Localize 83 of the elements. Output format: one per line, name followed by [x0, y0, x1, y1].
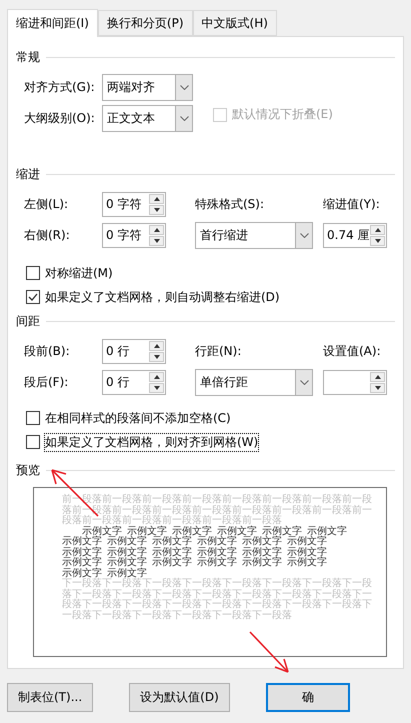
checkbox[interactable]: [26, 411, 40, 425]
field-label: 段前(B):: [24, 343, 71, 360]
field-label: 右侧(R):: [24, 227, 71, 244]
section-title: 间距: [16, 313, 40, 330]
preview-word: 示例文字: [107, 548, 147, 558]
spin-field[interactable]: [323, 370, 387, 395]
preview-word: 示例文字: [62, 558, 102, 568]
preview-word: 示例文字: [127, 526, 167, 536]
chevron-down-icon: [180, 85, 188, 90]
spin-field[interactable]: 0 字符: [102, 192, 166, 217]
field-label: 左侧(L):: [24, 196, 70, 213]
preview-word: 示例文字: [107, 537, 147, 547]
preview-word: 示例文字: [287, 537, 327, 547]
preview-word: 示例文字: [197, 548, 237, 558]
field-label: 特殊格式(S):: [195, 196, 266, 213]
spin-field[interactable]: 0.74 厘: [323, 223, 387, 248]
down-arrow-icon[interactable]: [154, 355, 160, 359]
field-label: 行距(N):: [195, 343, 242, 360]
tab[interactable]: 中文版式(H): [192, 10, 277, 36]
spin-field[interactable]: 0 行: [102, 339, 166, 364]
preview-word: 示例文字: [107, 558, 147, 568]
spin-field[interactable]: 0 字符: [102, 223, 166, 248]
dropdown[interactable]: 两端对齐: [102, 74, 193, 101]
tab[interactable]: 换行和分页(P): [98, 10, 193, 36]
checkbox[interactable]: [26, 266, 40, 280]
preview-word: 示例文字: [62, 568, 102, 578]
preview-word: 示例文字: [242, 548, 282, 558]
preview-text: 下一段落下一段落下一段落下一段落下一段落下一段落下一段落下一段落下一段落下一段落下一段落下一段落下一段落下一段落下一段落下一段落下一段落下一段落下一段落下一段落下一段落下一段落下一段落下一段落下一段落下一段落下一段落下一段落下一段落: [62, 579, 373, 621]
preview-word: 示例文字: [152, 558, 192, 568]
preview-word: 示例文字: [82, 526, 122, 536]
checkbox-label[interactable]: 在相同样式的段落间不添加空格(C): [44, 408, 232, 428]
checkbox[interactable]: [26, 290, 40, 304]
preview-word: 示例文字: [152, 537, 192, 547]
preview-word: 示例文字: [262, 526, 302, 536]
up-arrow-icon[interactable]: [154, 228, 160, 232]
chevron-down-icon: [300, 380, 308, 385]
preview-word: 示例文字: [242, 558, 282, 568]
checkbox[interactable]: [26, 435, 40, 449]
chevron-down-icon: [180, 116, 188, 121]
preview-word: 示例文字: [287, 548, 327, 558]
dropdown[interactable]: 首行缩进: [195, 222, 313, 249]
checkbox-label[interactable]: 如果定义了文档网格，则对齐到网格(W): [44, 432, 260, 452]
dialog-button[interactable]: 制表位(T)...: [7, 683, 94, 712]
preview-word: 示例文字: [307, 526, 347, 536]
field-label: 设置值(A):: [323, 343, 382, 360]
up-arrow-icon[interactable]: [374, 375, 380, 379]
tab[interactable]: 缩进和间距(I): [7, 9, 98, 37]
section-title: 缩进: [16, 166, 40, 183]
down-arrow-icon[interactable]: [374, 386, 380, 390]
field-label: 缩进值(Y):: [323, 196, 381, 213]
up-arrow-icon[interactable]: [154, 344, 160, 348]
dropdown[interactable]: 正文文本: [102, 105, 193, 132]
dropdown[interactable]: 单倍行距: [195, 369, 313, 396]
checkbox-label[interactable]: 对称缩进(M): [44, 264, 114, 282]
down-arrow-icon[interactable]: [154, 239, 160, 243]
up-arrow-icon[interactable]: [374, 228, 380, 232]
preview-word: 示例文字: [197, 558, 237, 568]
preview-word: 示例文字: [197, 537, 237, 547]
section-title: 常规: [16, 49, 40, 66]
preview-word: 示例文字: [62, 548, 102, 558]
down-arrow-icon[interactable]: [374, 239, 380, 243]
preview-word: 示例文字: [242, 537, 282, 547]
preview-word: 示例文字: [217, 526, 257, 536]
up-arrow-icon[interactable]: [154, 197, 160, 201]
dialog-button[interactable]: 确: [266, 683, 350, 712]
preview-word: 示例文字: [62, 537, 102, 547]
preview-word: 示例文字: [287, 558, 327, 568]
down-arrow-icon[interactable]: [154, 208, 160, 212]
section-title: 预览: [16, 462, 40, 479]
field-label: 大纲级别(O):: [24, 110, 96, 127]
spin-field[interactable]: 0 行: [102, 370, 166, 395]
field-label: 对齐方式(G):: [24, 79, 96, 96]
up-arrow-icon[interactable]: [154, 375, 160, 379]
dialog-button[interactable]: 设为默认值(D): [129, 683, 230, 712]
preview-word: 示例文字: [172, 526, 212, 536]
preview-word: 示例文字: [152, 548, 192, 558]
chevron-down-icon: [300, 233, 308, 238]
preview-word: 示例文字: [107, 568, 147, 578]
checkbox-label[interactable]: 如果定义了文档网格，则自动调整右缩进(D): [44, 288, 281, 306]
annotation-arrow: [248, 630, 290, 674]
checkmark-icon: [28, 293, 38, 301]
field-label: 段后(F):: [24, 374, 70, 391]
down-arrow-icon[interactable]: [154, 386, 160, 390]
